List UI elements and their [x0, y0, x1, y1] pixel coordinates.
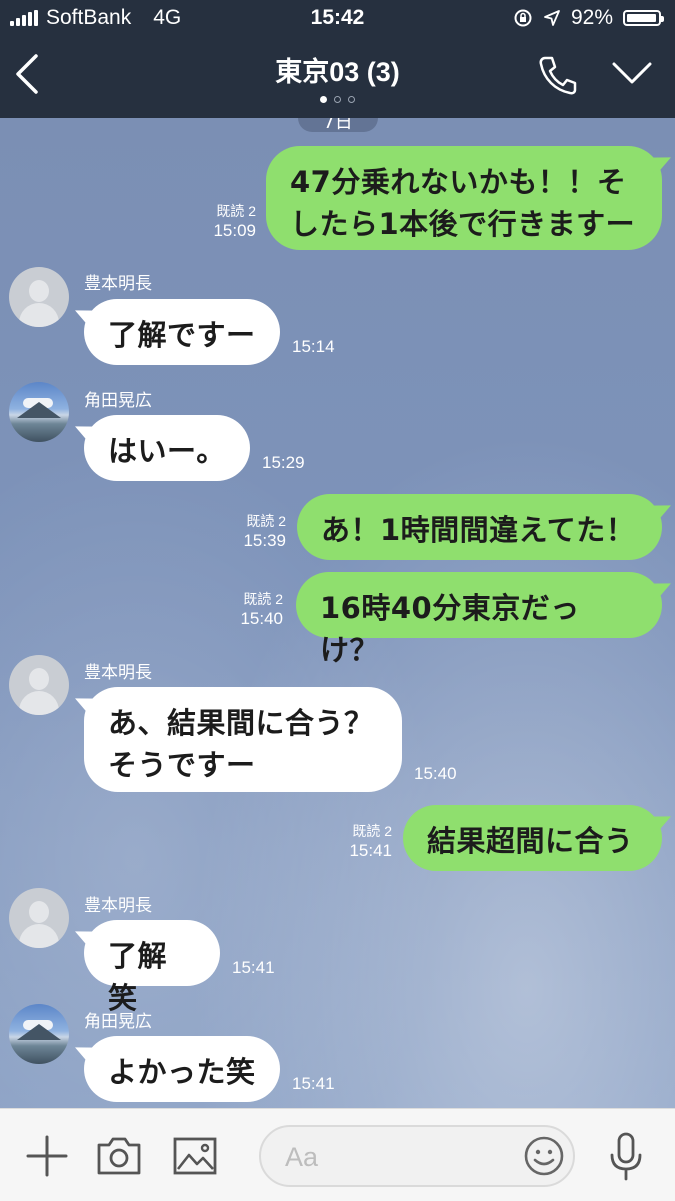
camera-button[interactable] [96, 1135, 142, 1181]
avatar[interactable] [9, 888, 69, 948]
message-bubble-sent[interactable]: 結果超間に合う [403, 805, 662, 871]
message-bubble-received[interactable]: あ、結果間に合う？ そうですー [84, 687, 402, 792]
phone-icon [539, 56, 577, 95]
composer-bar [0, 1108, 675, 1201]
avatar[interactable] [9, 655, 69, 715]
image-icon [173, 1137, 217, 1175]
message-time: 15:09 [213, 221, 256, 240]
message-line: あ！1時間間違えてた！ [321, 513, 636, 547]
message-time: 15:41 [349, 841, 392, 860]
message-line: したら1本後で行きますー [290, 207, 636, 241]
avatar[interactable] [9, 1004, 69, 1064]
message-input-box[interactable] [259, 1125, 575, 1187]
message-bubble-received[interactable]: 了解笑 [84, 920, 220, 1015]
avatar[interactable] [9, 267, 69, 327]
header-bar: SoftBank 4G 15:42 92% 東京03 (3) [0, 0, 675, 118]
page-dot [320, 96, 327, 103]
sender-name: 角田晃広 [84, 1012, 152, 1032]
message-meta: 既読 2 15:41 [326, 822, 392, 862]
menu-toggle-button[interactable] [608, 54, 656, 94]
battery-percent: 92% [570, 6, 613, 29]
page-dot [348, 96, 355, 103]
avatar[interactable] [9, 382, 69, 442]
call-button[interactable] [535, 52, 581, 98]
status-bar: SoftBank 4G 15:42 92% [0, 0, 675, 36]
chevron-down-icon [612, 62, 652, 84]
message-bubble-sent[interactable]: 16時40分東京だっけ？ [296, 572, 662, 667]
sender-name: 豊本明長 [84, 896, 152, 916]
read-receipt: 既読 2 [243, 591, 283, 607]
microphone-icon [610, 1132, 642, 1181]
sender-name: 豊本明長 [84, 663, 152, 683]
message-time: 15:40 [240, 609, 283, 628]
page-dot [334, 96, 341, 103]
message-meta: 既読 2 15:40 [217, 590, 283, 630]
message-line: 47分乗れないかも！！そ [290, 165, 627, 199]
message-line: 16時40分東京だっけ？ [320, 591, 580, 667]
message-line: 結果超間に合う [427, 824, 634, 858]
message-bubble-received[interactable]: 了解ですー [84, 299, 280, 365]
sender-name: 豊本明長 [84, 274, 152, 294]
page-indicator [0, 96, 675, 103]
message-time: 15:40 [414, 764, 457, 783]
message-line: そうですー [108, 748, 256, 782]
sender-name: 角田晃広 [84, 391, 152, 411]
rotation-lock-icon [514, 9, 532, 27]
plus-icon [26, 1135, 68, 1177]
message-bubble-sent[interactable]: 47分乗れないかも！！そ したら1本後で行きますー [266, 146, 662, 250]
message-line: あ、結果間に合う？ [108, 706, 374, 740]
read-receipt: 既読 2 [216, 203, 256, 219]
battery-icon [623, 10, 664, 26]
message-time: 15:14 [292, 337, 335, 356]
message-meta: 既読 2 15:09 [190, 202, 256, 242]
photo-button[interactable] [172, 1135, 218, 1181]
voice-button[interactable] [604, 1131, 648, 1187]
chat-area[interactable]: 7日 既読 2 15:09 47分乗れないかも！！そ したら1本後で行きますー … [0, 118, 675, 1108]
message-line: 了解ですー [108, 318, 256, 352]
emoji-icon[interactable] [523, 1135, 565, 1177]
camera-icon [97, 1137, 141, 1175]
message-bubble-sent[interactable]: あ！1時間間違えてた！ [297, 494, 662, 560]
message-time: 15:41 [292, 1074, 335, 1093]
message-time: 15:41 [232, 958, 275, 977]
message-time: 15:39 [243, 531, 286, 550]
message-bubble-received[interactable]: はいー。 [84, 415, 250, 481]
message-time: 15:29 [262, 453, 305, 472]
message-meta: 既読 2 15:39 [220, 512, 286, 552]
message-line: はいー。 [108, 434, 226, 468]
location-icon [544, 10, 560, 26]
date-separator: 7日 [298, 118, 378, 132]
message-line: よかった笑 [108, 1055, 256, 1089]
message-input[interactable] [283, 1137, 507, 1177]
read-receipt: 既読 2 [352, 823, 392, 839]
message-bubble-received[interactable]: よかった笑 [84, 1036, 280, 1102]
read-receipt: 既読 2 [246, 513, 286, 529]
add-button[interactable] [24, 1133, 70, 1183]
